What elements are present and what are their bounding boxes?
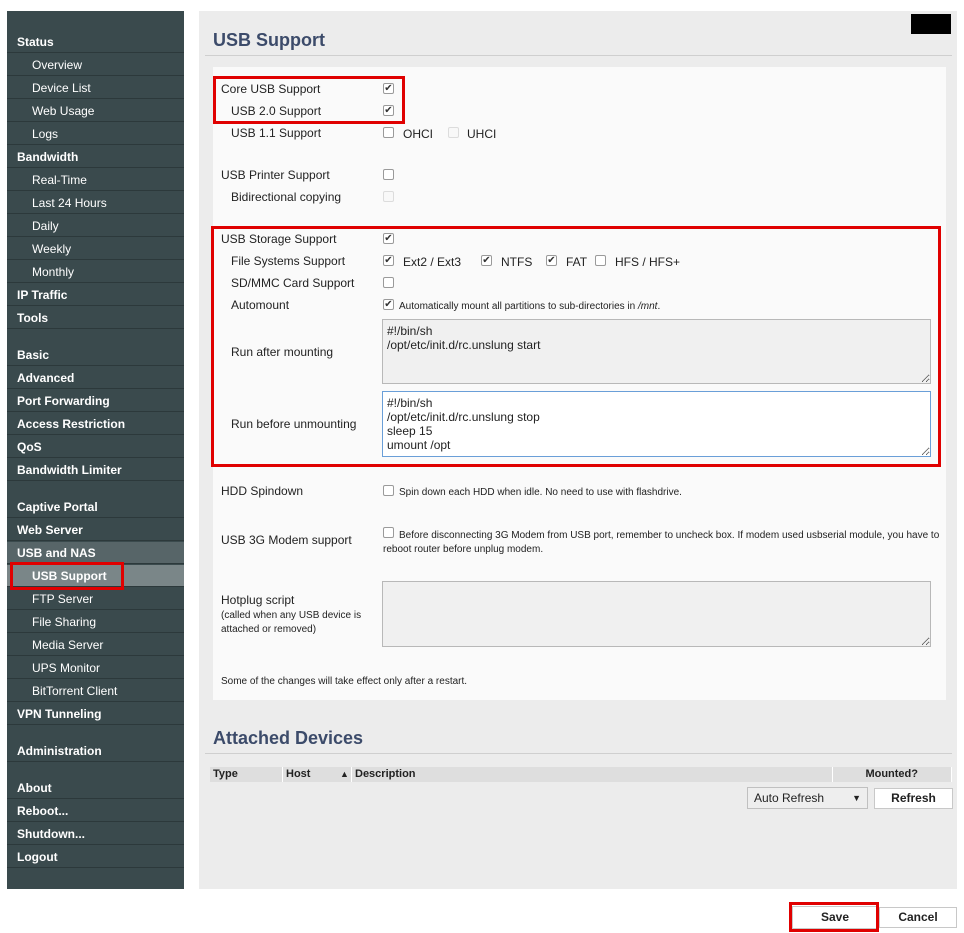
uhci-label: UHCI (467, 127, 497, 141)
attached-devices-title: Attached Devices (213, 728, 364, 748)
usb2-label: USB 2.0 Support (231, 104, 322, 118)
refresh-button[interactable]: Refresh (874, 788, 953, 809)
ext-checkbox[interactable]: ✔ (383, 255, 394, 266)
nav-web-server[interactable]: Web Server (7, 519, 184, 541)
nav-weekly[interactable]: Weekly (7, 238, 184, 260)
hdd-spindown-checkbox[interactable] (383, 485, 394, 496)
ohci-label: OHCI (403, 127, 433, 141)
automount-description: Automatically mount all partitions to su… (399, 301, 661, 312)
sdmmc-checkbox[interactable] (383, 277, 394, 288)
nav-ftp-server[interactable]: FTP Server (7, 588, 184, 610)
nav-port-forwarding[interactable]: Port Forwarding (7, 390, 184, 412)
automount-label: Automount (231, 298, 290, 312)
nav-bittorrent-client[interactable]: BitTorrent Client (7, 680, 184, 702)
nav-advanced[interactable]: Advanced (7, 367, 184, 389)
attached-divider (205, 753, 952, 754)
nav-bandwidth[interactable]: Bandwidth (7, 146, 184, 168)
nav-bandwidth-limiter[interactable]: Bandwidth Limiter (7, 459, 184, 481)
nav-last-24-hours[interactable]: Last 24 Hours (7, 192, 184, 214)
nav-web-usage[interactable]: Web Usage (7, 100, 184, 122)
core-usb-label: Core USB Support (221, 82, 321, 96)
run-after-label: Run after mounting (231, 345, 334, 359)
nav-ip-traffic[interactable]: IP Traffic (7, 284, 184, 306)
nav-overview[interactable]: Overview (7, 54, 184, 76)
bidir-label: Bidirectional copying (231, 190, 342, 204)
ohci-checkbox[interactable] (383, 127, 394, 138)
corner-block (911, 14, 951, 34)
ntfs-label: NTFS (501, 255, 533, 269)
nav-tools[interactable]: Tools (7, 307, 184, 329)
col-host-label: Host (286, 768, 311, 780)
modem-label: USB 3G Modem support (221, 533, 352, 547)
nav-logout[interactable]: Logout (7, 846, 184, 868)
sort-asc-icon: ▲ (340, 769, 349, 779)
title-divider (205, 55, 952, 56)
nav-logs[interactable]: Logs (7, 123, 184, 145)
nav-ups-monitor[interactable]: UPS Monitor (7, 657, 184, 679)
nav-vpn-tunneling[interactable]: VPN Tunneling (7, 703, 184, 725)
nav-administration[interactable]: Administration (7, 740, 184, 762)
nav-real-time[interactable]: Real-Time (7, 169, 184, 191)
modem-description-line1: Before disconnecting 3G Modem from USB p… (399, 530, 940, 541)
run-before-label: Run before unmounting (231, 417, 357, 431)
nav-media-server[interactable]: Media Server (7, 634, 184, 656)
run-after-textarea[interactable]: #!/bin/sh /opt/etc/init.d/rc.unslung sta… (382, 319, 931, 384)
modem-description-line2: reboot router before unplug modem. (383, 544, 544, 555)
col-type-header[interactable]: Type (210, 767, 283, 782)
fat-label: FAT (566, 255, 588, 269)
modem-checkbox[interactable] (383, 527, 394, 538)
nav-file-sharing[interactable]: File Sharing (7, 611, 184, 633)
sidebar: Status Overview Device List Web Usage Lo… (7, 11, 184, 889)
hotplug-label: Hotplug script (221, 593, 295, 607)
auto-refresh-value: Auto Refresh (754, 791, 825, 805)
col-mounted-header[interactable]: Mounted? (833, 767, 952, 782)
cancel-button[interactable]: Cancel (879, 907, 957, 928)
run-before-textarea[interactable]: #!/bin/sh /opt/etc/init.d/rc.unslung sto… (382, 391, 931, 457)
uhci-checkbox[interactable] (448, 127, 459, 138)
nav-status[interactable]: Status (7, 31, 184, 53)
nav-captive-portal[interactable]: Captive Portal (7, 496, 184, 518)
hotplug-note-line1: (called when any USB device is (221, 610, 362, 621)
storage-checkbox[interactable]: ✔ (383, 233, 394, 244)
sdmmc-label: SD/MMC Card Support (231, 276, 355, 290)
nav-reboot[interactable]: Reboot... (7, 800, 184, 822)
hotplug-textarea[interactable] (382, 581, 931, 647)
storage-label: USB Storage Support (221, 232, 337, 246)
ntfs-checkbox[interactable]: ✔ (481, 255, 492, 266)
col-host-header[interactable]: Host ▲ (283, 767, 352, 782)
hotplug-note-line2: attached or removed) (221, 624, 317, 635)
chevron-down-icon: ▼ (852, 793, 861, 803)
col-description-header[interactable]: Description (352, 767, 833, 782)
save-button[interactable]: Save (792, 906, 878, 929)
nav-monthly[interactable]: Monthly (7, 261, 184, 283)
restart-note: Some of the changes will take effect onl… (221, 676, 468, 687)
nav-qos[interactable]: QoS (7, 436, 184, 458)
nav-device-list[interactable]: Device List (7, 77, 184, 99)
nav-about[interactable]: About (7, 777, 184, 799)
nav-daily[interactable]: Daily (7, 215, 184, 237)
usb2-checkbox[interactable]: ✔ (383, 105, 394, 116)
nav-usb-and-nas[interactable]: USB and NAS (7, 542, 184, 564)
bidir-checkbox[interactable] (383, 191, 394, 202)
automount-checkbox[interactable]: ✔ (383, 299, 394, 310)
auto-refresh-select[interactable]: Auto Refresh ▼ (747, 787, 868, 809)
hdd-spindown-description: Spin down each HDD when idle. No need to… (399, 487, 682, 498)
fs-support-label: File Systems Support (231, 254, 346, 268)
nav-basic[interactable]: Basic (7, 344, 184, 366)
ext-label: Ext2 / Ext3 (403, 255, 462, 269)
core-usb-checkbox[interactable]: ✔ (383, 83, 394, 94)
usb11-label: USB 1.1 Support (231, 126, 322, 140)
printer-label: USB Printer Support (221, 168, 330, 182)
page-title: USB Support (213, 30, 325, 50)
nav-shutdown[interactable]: Shutdown... (7, 823, 184, 845)
hfs-checkbox[interactable] (595, 255, 606, 266)
printer-checkbox[interactable] (383, 169, 394, 180)
hfs-label: HFS / HFS+ (615, 255, 681, 269)
nav-usb-support[interactable]: USB Support (7, 565, 184, 587)
nav-access-restriction[interactable]: Access Restriction (7, 413, 184, 435)
fat-checkbox[interactable]: ✔ (546, 255, 557, 266)
hdd-spindown-label: HDD Spindown (221, 484, 304, 498)
